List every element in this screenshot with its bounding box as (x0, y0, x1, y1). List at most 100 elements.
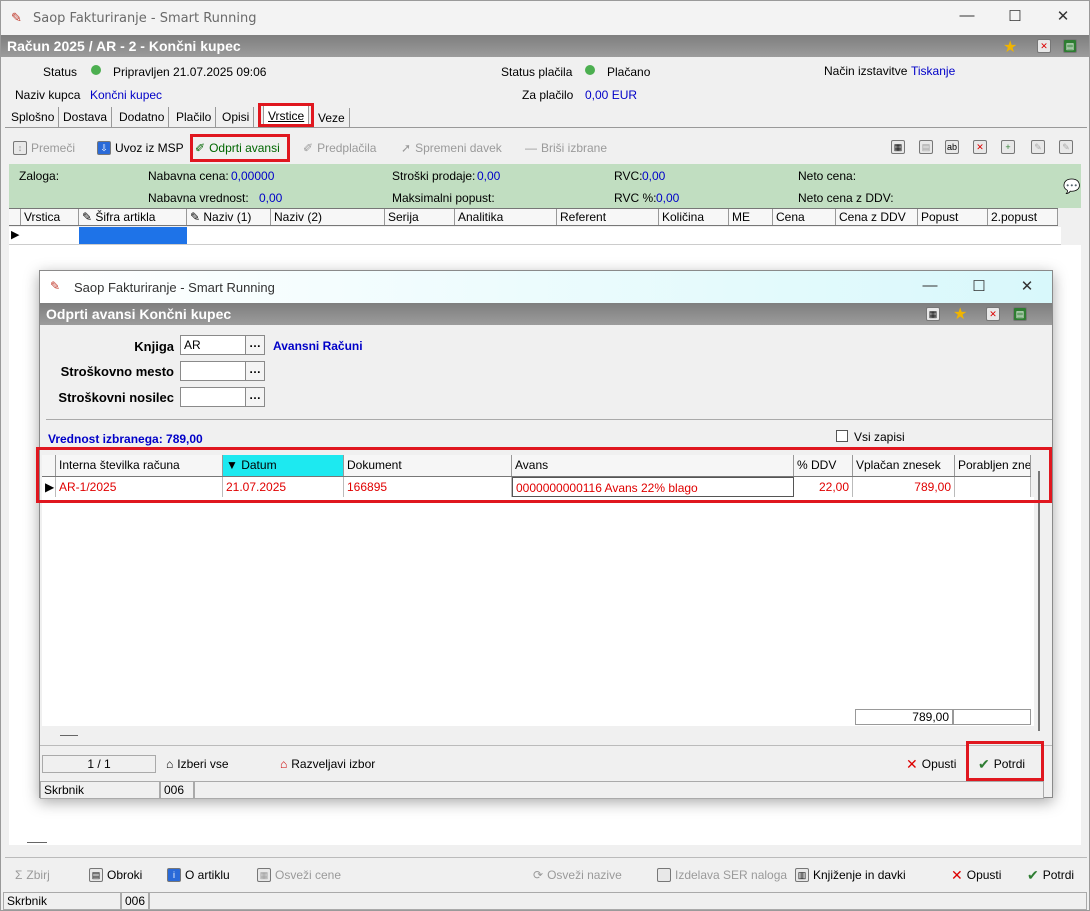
installments-icon: ▤ (89, 868, 103, 882)
ledger-icon: ▥ (795, 868, 809, 882)
knjiga-input[interactable]: AR (180, 335, 246, 355)
dialog-cancel-button[interactable]: ✕ Opusti (906, 753, 956, 775)
star-icon[interactable]: ★ (1003, 37, 1017, 57)
knjiga-picker-button[interactable]: … (245, 335, 265, 355)
select-all-button[interactable]: ⌂ Izberi vse (166, 753, 229, 775)
installments-button[interactable]: ▤ Obroki (89, 864, 142, 886)
col-serija[interactable]: Serija (385, 209, 455, 225)
sales-cost-label: Stroški prodaje: (392, 169, 476, 183)
all-records-label: Vsi zapisi (854, 430, 905, 444)
zbirj-button[interactable]: Σ Zbirj (15, 864, 50, 886)
main-confirm-button[interactable]: ✔ Potrdi (1027, 864, 1074, 886)
col-analitika[interactable]: Analitika (455, 209, 557, 225)
premeci-button[interactable]: ↕ Premeči (13, 137, 75, 159)
ab-document-icon[interactable]: ab (945, 140, 959, 154)
undo-selection-button[interactable]: ⌂ Razveljavi izbor (280, 753, 375, 775)
posting-taxes-button[interactable]: ▥ Knjiženje in davki (795, 864, 906, 886)
dialog-minimize-icon[interactable]: — (920, 277, 940, 294)
purchase-price-label: Nabavna cena: (148, 169, 229, 183)
dialog-title: Saop Fakturiranje - Smart Running (74, 279, 275, 295)
tab-dostava[interactable]: Dostava (59, 107, 113, 127)
col-referent[interactable]: Referent (557, 209, 659, 225)
col-cena-ddv[interactable]: Cena z DDV (836, 209, 918, 225)
payment-status-label: Status plačila (501, 65, 573, 79)
purchase-price-value: 0,00000 (231, 169, 275, 183)
cost-center-picker-button[interactable]: … (245, 361, 265, 381)
dialog-maximize-icon[interactable]: ☐ (969, 277, 989, 295)
dialog-delete-icon[interactable]: ✕ (986, 307, 1000, 321)
prepayments-button[interactable]: ✐ Predplačila (303, 137, 376, 159)
col-cena[interactable]: Cena (773, 209, 836, 225)
col-sifra-label: Šifra artikla (95, 210, 156, 224)
dialog-close-icon[interactable]: ✕ (1017, 277, 1037, 295)
col-sifra[interactable]: ✎ Šifra artikla (79, 209, 187, 225)
new-document-icon[interactable]: ▦ (891, 140, 905, 154)
col-naziv1-label: Naziv (1) (203, 210, 252, 224)
col-popust2[interactable]: 2.popust (988, 209, 1058, 225)
col-me[interactable]: ME (729, 209, 773, 225)
main-status-empty (149, 892, 1087, 910)
about-item-button[interactable]: iO artiklu (167, 864, 230, 886)
advances-vscroll[interactable] (1038, 471, 1044, 731)
change-tax-button[interactable]: ➚ Spremeni davek (401, 137, 502, 159)
selected-cell[interactable] (79, 227, 187, 244)
edit-disabled-icon[interactable]: ✎ (1031, 140, 1045, 154)
tab-strip-line (5, 127, 1087, 128)
lines-grid-row[interactable]: ▶ (9, 227, 1061, 245)
remove-disabled-icon[interactable]: ✎ (1059, 140, 1073, 154)
import-msp-button[interactable]: ⇩ Uvoz iz MSP (97, 137, 184, 159)
cost-carrier-input[interactable] (180, 387, 246, 407)
move-icon: ↕ (13, 141, 27, 155)
refresh-icon: ⟳ (533, 868, 544, 882)
cost-center-input[interactable] (180, 361, 246, 381)
delete-document-icon[interactable]: ✕ (973, 140, 987, 154)
refresh-names-button[interactable]: ⟳ Osveži nazive (533, 864, 622, 886)
tab-splosno[interactable]: Splošno (7, 107, 60, 127)
col-kolicina[interactable]: Količina (659, 209, 729, 225)
delete-selected-button[interactable]: — Briši izbrane (525, 137, 607, 159)
zaloga-label: Zaloga: (19, 169, 60, 183)
customer-link[interactable]: Končni kupec (90, 88, 162, 102)
col-naziv1[interactable]: ✎ Naziv (1) (187, 209, 271, 225)
main-cancel-button[interactable]: ✕ Opusti (951, 864, 1001, 886)
highlight-advances-row (36, 447, 1052, 503)
cost-center-label: Stroškovno mesto (60, 364, 174, 379)
minimize-icon[interactable]: — (957, 7, 977, 24)
rvc-percent-value: 0,00 (656, 191, 680, 205)
tab-placilo[interactable]: Plačilo (172, 107, 217, 127)
close-icon[interactable]: ✕ (1053, 7, 1073, 25)
document-delete-icon[interactable]: ✕ (1037, 39, 1051, 53)
all-records-checkbox[interactable] (836, 430, 848, 442)
dialog-books-icon[interactable]: ▤ (1013, 307, 1027, 321)
dialog-title-bar: ✎ Saop Fakturiranje - Smart Running — ☐ … (40, 271, 1052, 303)
dialog-header: Odprti avansi Končni kupec (40, 303, 1052, 325)
issue-method-link[interactable]: Tiskanje (911, 64, 955, 78)
col-blank (9, 209, 21, 225)
tab-opisi[interactable]: Opisi (218, 107, 255, 127)
ser-order-button[interactable]: Izdelava SER naloga (657, 864, 787, 886)
col-vrstica[interactable]: Vrstica (21, 209, 79, 225)
sigma-icon: Σ (15, 868, 23, 882)
dialog-status-code: 006 (160, 781, 194, 799)
dialog-footer-line (40, 745, 1052, 746)
calculator-icon: ▦ (257, 868, 271, 882)
col-naziv2[interactable]: Naziv (2) (271, 209, 385, 225)
comment-icon[interactable]: 💬 (1063, 178, 1080, 195)
main-status-code: 006 (121, 892, 149, 910)
check-icon: ✔ (1027, 866, 1039, 883)
col-popust[interactable]: Popust (918, 209, 988, 225)
refresh-prices-button[interactable]: ▦ Osveži cene (257, 864, 341, 886)
tab-dodatno[interactable]: Dodatno (115, 107, 170, 127)
maximize-icon[interactable]: ☐ (1005, 7, 1025, 25)
dash-icon: — (525, 141, 537, 155)
arrow-icon: ➚ (401, 141, 412, 155)
dialog-grid-icon[interactable]: ▦ (926, 307, 940, 321)
edit-document-icon[interactable]: ▤ (919, 140, 933, 154)
bottom-bar-line (5, 857, 1087, 858)
dialog-star-icon[interactable]: ★ (953, 304, 967, 324)
books-icon[interactable]: ▤ (1063, 39, 1077, 53)
tab-veze[interactable]: Veze (314, 108, 350, 128)
add-green-icon[interactable]: + (1001, 140, 1015, 154)
max-discount-label: Maksimalni popust: (392, 191, 495, 205)
cost-carrier-picker-button[interactable]: … (245, 387, 265, 407)
